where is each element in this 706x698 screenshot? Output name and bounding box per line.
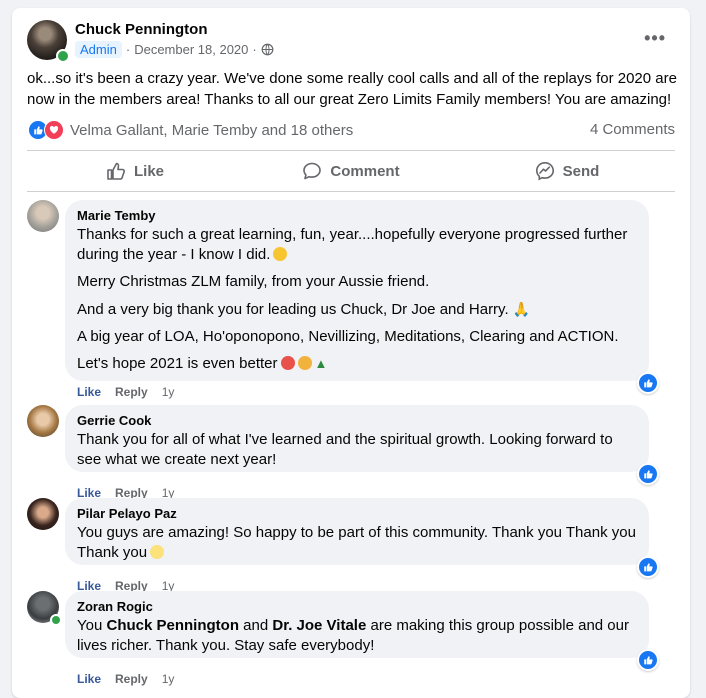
- post-meta: Admin · December 18, 2020 ·: [75, 41, 274, 58]
- comment-text: And a very big thank you for leading us …: [77, 301, 509, 318]
- sparkle-emoji-icon: [150, 545, 165, 559]
- like-button-label: Like: [133, 162, 164, 180]
- comment-icon: [303, 162, 322, 180]
- like-button[interactable]: Like: [27, 153, 243, 189]
- post-card: Chuck Pennington Admin · December 18, 20…: [12, 8, 690, 698]
- post-separator: ·: [125, 42, 131, 57]
- commenter-name[interactable]: Zoran Rogic: [77, 599, 637, 615]
- comment-button-label: Comment: [330, 162, 400, 180]
- comment-text: A big year of LOA, Ho'oponopono, Nevilli…: [77, 328, 619, 345]
- comment-reply-button[interactable]: Reply: [115, 672, 148, 686]
- comment-bubble: Zoran Rogic You Chuck Pennington and Dr.…: [65, 591, 649, 658]
- commenter-avatar[interactable]: [27, 200, 59, 232]
- send-button[interactable]: Send: [459, 153, 675, 189]
- post-action-bar: Like Comment Send: [27, 153, 675, 189]
- comment-like-button[interactable]: Like: [77, 385, 101, 399]
- comment-text: Thanks for such a great learning, fun, y…: [77, 226, 628, 263]
- commenter-avatar[interactable]: [27, 498, 59, 530]
- globe-icon: [261, 43, 274, 56]
- online-status-icon: [50, 614, 62, 626]
- reaction-names[interactable]: Velma Gallant, Marie Temby and 18 others: [70, 122, 353, 139]
- folded-hands-emoji-icon: 🙏: [512, 301, 531, 317]
- tree-emoji-icon: ▲: [314, 356, 328, 371]
- like-count-badge-icon[interactable]: [637, 649, 659, 671]
- online-status-icon: [56, 49, 70, 63]
- like-count-badge-icon[interactable]: [637, 463, 659, 485]
- more-options-icon[interactable]: •••: [644, 28, 666, 49]
- commenter-avatar[interactable]: [27, 405, 59, 437]
- comment-age[interactable]: 1y: [162, 672, 175, 686]
- santa-emoji-icon: [280, 356, 295, 370]
- commenter-name[interactable]: Pilar Pelayo Paz: [77, 506, 637, 522]
- thumbs-up-icon: [107, 162, 125, 180]
- comment-actions: Like Reply 1y: [77, 385, 174, 399]
- comment-button[interactable]: Comment: [243, 153, 459, 189]
- admin-badge: Admin: [75, 41, 122, 58]
- mention-link[interactable]: Dr. Joe Vitale: [272, 617, 366, 634]
- smiley-emoji-icon: [273, 247, 288, 261]
- comment-actions: Like Reply 1y: [77, 672, 174, 686]
- messenger-icon: [535, 161, 554, 181]
- comment-age[interactable]: 1y: [162, 385, 175, 399]
- comment-reply-button[interactable]: Reply: [115, 385, 148, 399]
- reaction-summary[interactable]: Velma Gallant, Marie Temby and 18 others: [28, 120, 353, 140]
- post-date[interactable]: December 18, 2020: [134, 42, 248, 57]
- mention-link[interactable]: Chuck Pennington: [106, 617, 239, 634]
- comment-like-button[interactable]: Like: [77, 672, 101, 686]
- commenter-name[interactable]: Marie Temby: [77, 208, 637, 224]
- post-body: ok...so it's been a crazy year. We've do…: [27, 70, 677, 108]
- commenter-name[interactable]: Gerrie Cook: [77, 413, 637, 429]
- comment-text: You Chuck Pennington and Dr. Joe Vitale …: [77, 617, 629, 654]
- comment-text: Let's hope 2021 is even better: [77, 355, 278, 372]
- comment-bubble: Marie Temby Thanks for such a great lear…: [65, 200, 649, 381]
- love-reaction-icon: [44, 120, 64, 140]
- like-count-badge-icon[interactable]: [637, 372, 659, 394]
- clapping-emoji-icon: [297, 356, 312, 370]
- like-count-badge-icon[interactable]: [637, 556, 659, 578]
- comment-text: Thank you for all of what I've learned a…: [77, 431, 613, 468]
- divider: [27, 191, 675, 192]
- divider: [27, 150, 675, 151]
- comment-bubble: Pilar Pelayo Paz You guys are amazing! S…: [65, 498, 649, 565]
- send-button-label: Send: [562, 162, 600, 180]
- comment-text: Merry Christmas ZLM family, from your Au…: [77, 273, 430, 290]
- comment-count[interactable]: 4 Comments: [590, 121, 675, 138]
- comment-bubble: Gerrie Cook Thank you for all of what I'…: [65, 405, 649, 472]
- post-author-name[interactable]: Chuck Pennington: [75, 21, 208, 38]
